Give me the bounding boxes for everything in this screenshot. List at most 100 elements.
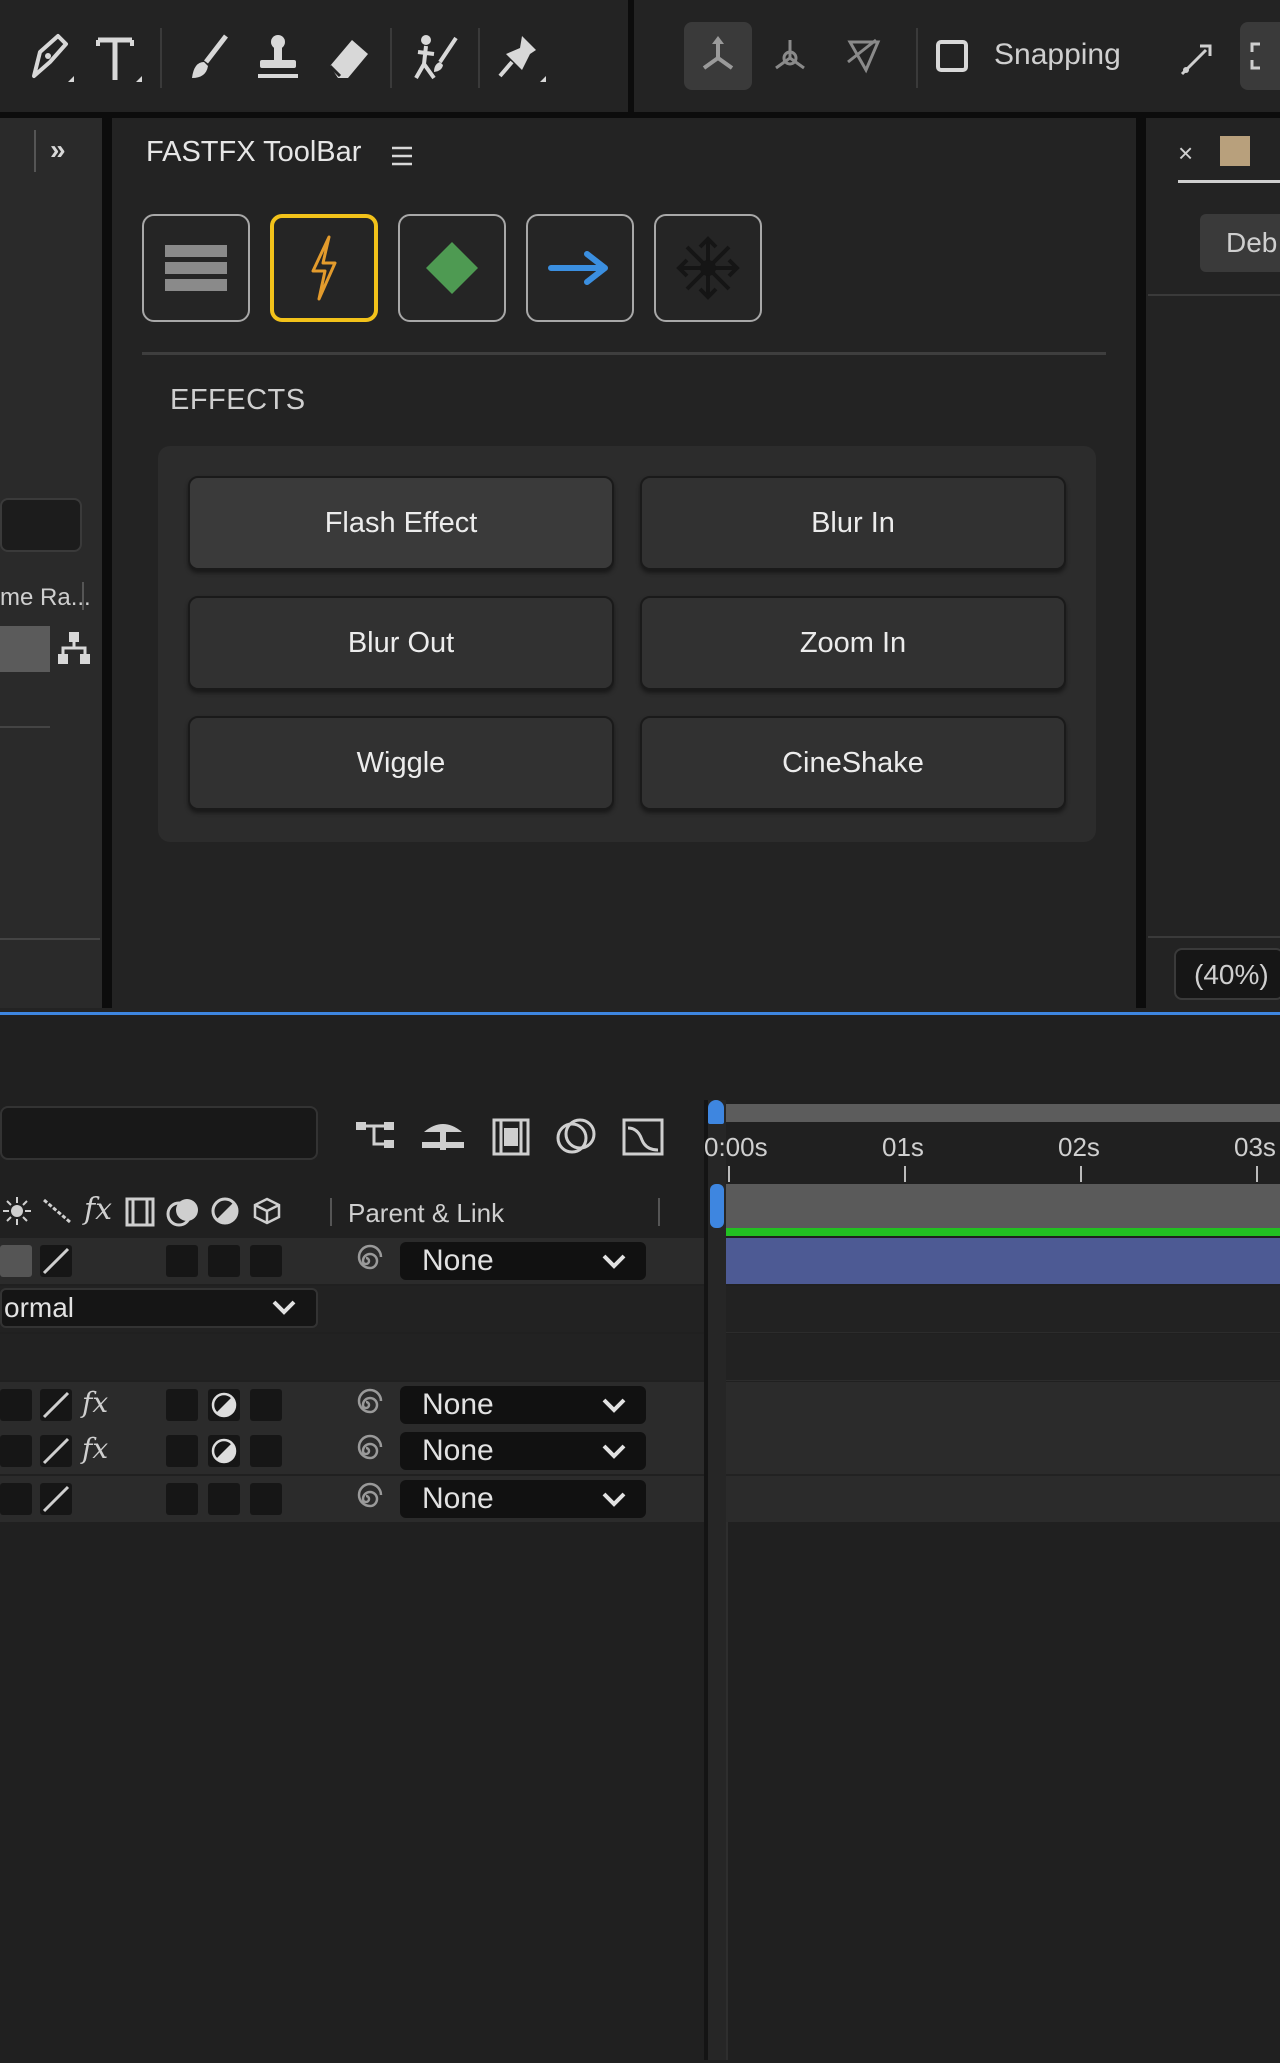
adjustment-switch[interactable] xyxy=(208,1435,240,1467)
chevron-down-icon xyxy=(270,1290,298,1335)
ruler-tick-label: 02s xyxy=(1058,1132,1100,1162)
quality-switch[interactable] xyxy=(0,1245,32,1277)
layer-switches-header: fx Parent & Link xyxy=(0,1190,706,1234)
switch[interactable] xyxy=(250,1245,282,1277)
cineshake-button[interactable]: CineShake xyxy=(640,716,1066,810)
zoom-in-button[interactable]: Zoom In xyxy=(640,596,1066,690)
quality-slash-switch[interactable] xyxy=(40,1483,72,1515)
time-graph-row xyxy=(726,1286,1280,1333)
pick-whip-icon[interactable] xyxy=(348,1243,384,1279)
switch[interactable] xyxy=(208,1483,240,1515)
panel-title: FASTFX ToolBar xyxy=(146,136,362,168)
blend-mode-dropdown[interactable]: ormal xyxy=(0,1288,318,1328)
fx-icon: fx xyxy=(84,1192,113,1227)
blur-in-button[interactable]: Blur In xyxy=(640,476,1066,570)
composition-panel: × Deb (40%) xyxy=(1146,118,1280,1008)
zoom-level[interactable]: (40%) xyxy=(1174,948,1280,1000)
quality-slash-switch[interactable] xyxy=(40,1389,72,1421)
stack-lines-icon xyxy=(163,235,229,301)
motion-blur-column-icon xyxy=(166,1196,200,1228)
switch[interactable] xyxy=(166,1435,198,1467)
blend-mode-row: ormal xyxy=(0,1286,706,1332)
chevron-down-icon xyxy=(600,1242,628,1290)
snap-options-icon[interactable] xyxy=(1176,36,1220,80)
mode-menu-button[interactable] xyxy=(142,214,250,322)
chevron-down-icon xyxy=(600,1480,628,1528)
flowchart-icon[interactable] xyxy=(56,630,92,666)
clone-stamp-icon[interactable] xyxy=(248,22,308,94)
eraser-icon[interactable] xyxy=(318,22,378,94)
blur-out-button[interactable]: Blur Out xyxy=(188,596,614,690)
switch[interactable] xyxy=(166,1389,198,1421)
pen-icon[interactable] xyxy=(18,22,78,94)
switch[interactable] xyxy=(208,1245,240,1277)
layer-row[interactable]: fx None xyxy=(0,1428,706,1474)
fx-switch-icon[interactable]: fx xyxy=(82,1386,108,1419)
snapping-checkbox[interactable] xyxy=(936,40,968,72)
mode-keyframes-button[interactable] xyxy=(398,214,506,322)
wiggle-button[interactable]: Wiggle xyxy=(188,716,614,810)
quality-slash-switch[interactable] xyxy=(40,1435,72,1467)
project-item-thumbnail[interactable] xyxy=(0,626,50,672)
graph-editor-icon[interactable] xyxy=(620,1114,666,1158)
work-area-bar[interactable] xyxy=(726,1104,1280,1122)
pick-whip-icon[interactable] xyxy=(348,1433,384,1469)
time-navigator[interactable] xyxy=(726,1184,1280,1228)
switch[interactable] xyxy=(166,1245,198,1277)
mode-transitions-button[interactable] xyxy=(526,214,634,322)
blue-arrow-icon xyxy=(547,248,613,288)
switch[interactable] xyxy=(250,1483,282,1515)
text-icon[interactable] xyxy=(88,22,148,94)
parent-dropdown[interactable]: None xyxy=(400,1386,646,1424)
roto-brush-icon[interactable] xyxy=(406,22,466,94)
layer-row[interactable]: None xyxy=(0,1476,706,1522)
render-cache-bar xyxy=(726,1228,1280,1236)
fastfx-launcher-button[interactable] xyxy=(1240,22,1280,90)
brush-icon[interactable] xyxy=(178,22,238,94)
world-axis-icon[interactable] xyxy=(756,22,824,90)
playhead-handle[interactable] xyxy=(710,1184,724,1228)
frame-blending-icon[interactable] xyxy=(488,1114,534,1158)
switch[interactable] xyxy=(250,1435,282,1467)
time-graph-row xyxy=(726,1382,1280,1430)
switch[interactable] xyxy=(250,1389,282,1421)
pick-whip-icon[interactable] xyxy=(348,1387,384,1423)
ruler-tick-label: 01s xyxy=(882,1132,924,1162)
mode-effects-button[interactable] xyxy=(270,214,378,322)
switch[interactable] xyxy=(0,1435,32,1467)
pick-whip-icon[interactable] xyxy=(348,1481,384,1517)
panel-menu-icon[interactable] xyxy=(388,142,416,170)
flash-effect-button[interactable]: Flash Effect xyxy=(188,476,614,570)
puppet-pin-icon[interactable] xyxy=(492,22,552,94)
chevron-down-icon xyxy=(600,1386,628,1434)
parent-dropdown[interactable]: None xyxy=(400,1480,646,1518)
fx-switch-icon[interactable]: fx xyxy=(82,1432,108,1465)
switch[interactable] xyxy=(166,1483,198,1515)
quality-slash-switch[interactable] xyxy=(40,1245,72,1277)
local-axis-icon[interactable] xyxy=(684,22,752,90)
project-search-input[interactable] xyxy=(0,498,82,552)
motion-blur-icon[interactable] xyxy=(554,1114,600,1158)
shy-layers-icon[interactable] xyxy=(420,1114,466,1158)
parent-link-header: Parent & Link xyxy=(348,1198,505,1228)
debug-button[interactable]: Deb xyxy=(1200,214,1280,272)
close-icon[interactable]: × xyxy=(1178,138,1193,169)
empty-row xyxy=(0,1334,706,1380)
playhead-top[interactable] xyxy=(708,1100,724,1124)
lightning-icon xyxy=(299,233,349,303)
layer-duration-bar[interactable] xyxy=(726,1238,1280,1284)
switch[interactable] xyxy=(0,1389,32,1421)
mode-transform-button[interactable] xyxy=(654,214,762,322)
parent-dropdown[interactable]: None xyxy=(400,1432,646,1470)
view-axis-icon[interactable] xyxy=(830,22,898,90)
timeline-search-input[interactable] xyxy=(0,1106,318,1160)
adjustment-switch[interactable] xyxy=(208,1389,240,1421)
timeline-panel xyxy=(0,1012,1280,2063)
frame-rate-column-header: me Ra... xyxy=(0,584,91,611)
layer-row[interactable]: None xyxy=(0,1238,706,1284)
panel-overflow-icon[interactable]: » xyxy=(50,134,66,166)
switch[interactable] xyxy=(0,1483,32,1515)
layer-row[interactable]: fx None xyxy=(0,1382,706,1428)
parent-dropdown[interactable]: None xyxy=(400,1242,646,1280)
composition-flowchart-icon[interactable] xyxy=(354,1114,400,1158)
